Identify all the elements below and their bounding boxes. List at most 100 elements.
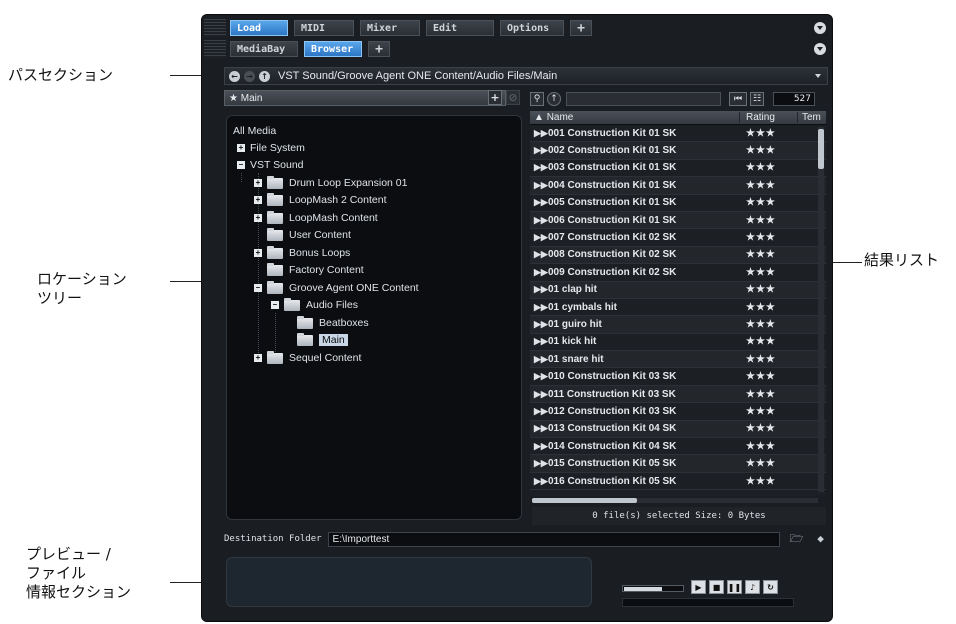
tree-item-loopmash-content[interactable]: + LoopMash Content xyxy=(254,210,378,226)
volume-slider[interactable] xyxy=(622,585,684,592)
rating-stars[interactable]: ★★★ xyxy=(740,476,798,487)
loop-icon[interactable]: ↻ xyxy=(763,580,778,594)
collapse-icon[interactable]: – xyxy=(237,161,245,169)
result-row[interactable]: ▶▶ 01 guiro hit ★★★ xyxy=(530,316,826,334)
result-row[interactable]: ▶▶ 013 Construction Kit 04 SK ★★★ xyxy=(530,420,826,439)
tree-item-file-system[interactable]: + File System xyxy=(237,140,305,156)
result-row[interactable]: ▶▶ 009 Construction Kit 02 SK ★★★ xyxy=(530,264,826,282)
expand-icon[interactable]: + xyxy=(254,354,262,362)
tree-item-drum-loop-expansion[interactable]: + Drum Loop Expansion 01 xyxy=(254,175,408,191)
preview-play-icon[interactable]: ▶▶ xyxy=(530,319,548,330)
rating-stars[interactable]: ★★★ xyxy=(740,371,798,382)
panel-grip[interactable] xyxy=(204,40,226,58)
add-tab-button[interactable]: + xyxy=(570,20,592,36)
rating-stars[interactable]: ★★★ xyxy=(740,249,798,260)
preview-play-icon[interactable]: ▶▶ xyxy=(530,458,548,469)
rating-stars[interactable]: ★★★ xyxy=(740,423,798,434)
result-row[interactable]: ▶▶ 008 Construction Kit 02 SK ★★★ xyxy=(530,246,826,265)
result-row[interactable]: ▶▶ 016 Construction Kit 05 SK ★★★ xyxy=(530,473,826,491)
pause-icon[interactable]: ❚❚ xyxy=(727,580,742,594)
forward-arrow-icon[interactable]: → xyxy=(244,70,255,82)
preview-play-icon[interactable]: ▶▶ xyxy=(530,267,548,278)
destination-folder-field[interactable]: E:\Importtest xyxy=(327,531,780,547)
rating-stars[interactable]: ★★★ xyxy=(740,267,798,278)
tab-mediabay[interactable]: MediaBay xyxy=(230,41,298,57)
tab-edit[interactable]: Edit xyxy=(426,20,494,36)
result-row[interactable]: ▶▶ 011 Construction Kit 03 SK ★★★ xyxy=(530,385,826,404)
search-icon[interactable]: ⚲ xyxy=(530,91,544,106)
play-icon[interactable]: ▶ xyxy=(691,580,706,594)
tab-mixer[interactable]: Mixer xyxy=(360,20,420,36)
preview-play-icon[interactable]: ▶▶ xyxy=(530,441,548,452)
preview-play-icon[interactable]: ▶▶ xyxy=(530,406,548,417)
remove-favorite-button[interactable]: ⊘ xyxy=(506,90,520,105)
tree-item-factory-content[interactable]: Factory Content xyxy=(267,262,364,278)
tree-item-main[interactable]: Main xyxy=(297,332,348,348)
rating-stars[interactable]: ★★★ xyxy=(740,145,798,156)
result-row[interactable]: ▶▶ 01 snare hit ★★★ xyxy=(530,351,826,369)
tab-options[interactable]: Options xyxy=(500,20,564,36)
up-arrow-icon[interactable]: ↑ xyxy=(259,70,270,82)
up-arrow-icon[interactable]: ↑ xyxy=(547,91,561,106)
columns-icon[interactable]: ☷ xyxy=(750,91,764,106)
preview-play-icon[interactable]: ▶▶ xyxy=(530,423,548,434)
preview-play-icon[interactable]: ▶▶ xyxy=(530,336,548,347)
result-row[interactable]: ▶▶ 007 Construction Kit 02 SK ★★★ xyxy=(530,229,826,247)
preview-play-icon[interactable]: ▶▶ xyxy=(530,302,548,313)
tab-midi[interactable]: MIDI xyxy=(294,20,354,36)
result-row[interactable]: ▶▶ 01 kick hit ★★★ xyxy=(530,334,826,352)
rating-stars[interactable]: ★★★ xyxy=(740,441,798,452)
rating-stars[interactable]: ★★★ xyxy=(740,354,798,365)
preview-play-icon[interactable]: ▶▶ xyxy=(530,162,548,173)
results-horizontal-scrollbar[interactable] xyxy=(532,498,818,503)
preview-play-icon[interactable]: ▶▶ xyxy=(530,145,548,156)
tree-root[interactable]: All Media xyxy=(233,123,276,139)
tree-item-sequel-content[interactable]: + Sequel Content xyxy=(254,350,361,366)
result-row[interactable]: ▶▶ 005 Construction Kit 01 SK ★★★ xyxy=(530,195,826,212)
rating-stars[interactable]: ★★★ xyxy=(740,319,798,330)
add-favorite-button[interactable]: + xyxy=(488,90,502,105)
rating-stars[interactable]: ★★★ xyxy=(740,232,798,243)
preview-play-icon[interactable]: ▶▶ xyxy=(530,215,548,226)
expand-icon[interactable]: + xyxy=(254,214,262,222)
search-input[interactable] xyxy=(566,91,721,106)
result-row[interactable]: ▶▶ 015 Construction Kit 05 SK ★★★ xyxy=(530,455,826,473)
auto-play-icon[interactable]: ♪ xyxy=(745,580,760,594)
expand-icon[interactable]: + xyxy=(254,196,262,204)
rating-stars[interactable]: ★★★ xyxy=(740,302,798,313)
back-arrow-icon[interactable]: ← xyxy=(229,70,240,82)
preview-play-icon[interactable]: ▶▶ xyxy=(530,284,548,295)
scrollbar-thumb[interactable] xyxy=(818,129,824,169)
rating-stars[interactable]: ★★★ xyxy=(740,284,798,295)
chevron-down-icon[interactable] xyxy=(814,43,826,55)
result-row[interactable]: ▶▶ 01 cymbals hit ★★★ xyxy=(530,299,826,317)
expand-icon[interactable]: + xyxy=(254,249,262,257)
result-row[interactable]: ▶▶ 001 Construction Kit 01 SK ★★★ xyxy=(530,125,826,143)
collapse-icon[interactable]: – xyxy=(254,284,262,292)
rating-stars[interactable]: ★★★ xyxy=(740,336,798,347)
scrollbar-thumb[interactable] xyxy=(532,498,637,503)
rating-stars[interactable]: ★★★ xyxy=(740,389,798,400)
result-row[interactable]: ▶▶ 004 Construction Kit 01 SK ★★★ xyxy=(530,177,826,195)
playback-progress-bar[interactable] xyxy=(622,598,794,607)
add-subtab-button[interactable]: + xyxy=(368,41,390,57)
tree-item-bonus-loops[interactable]: + Bonus Loops xyxy=(254,245,350,261)
tree-item-vst-sound[interactable]: – VST Sound xyxy=(237,157,304,173)
expand-icon[interactable]: + xyxy=(254,179,262,187)
preview-play-icon[interactable]: ▶▶ xyxy=(530,389,548,400)
rewind-icon[interactable]: ⏮ xyxy=(729,91,747,106)
path-text[interactable]: VST Sound/Groove Agent ONE Content/Audio… xyxy=(278,70,557,82)
chevron-down-icon[interactable] xyxy=(814,22,826,34)
result-row[interactable]: ▶▶ 010 Construction Kit 03 SK ★★★ xyxy=(530,368,826,386)
tab-load[interactable]: Load xyxy=(230,20,288,36)
path-dropdown-icon[interactable] xyxy=(815,74,821,78)
location-preset-select[interactable]: ★ Main xyxy=(224,90,506,106)
preview-play-icon[interactable]: ▶▶ xyxy=(530,180,548,191)
result-row[interactable]: ▶▶ 012 Construction Kit 03 SK ★★★ xyxy=(530,403,826,421)
rating-stars[interactable]: ★★★ xyxy=(740,128,798,139)
folder-open-icon[interactable]: 🗁 xyxy=(790,533,804,545)
result-row[interactable]: ▶▶ 003 Construction Kit 01 SK ★★★ xyxy=(530,160,826,178)
diamond-icon[interactable]: ◆ xyxy=(814,533,828,545)
window-grip[interactable] xyxy=(204,19,226,37)
preview-play-icon[interactable]: ▶▶ xyxy=(530,249,548,260)
